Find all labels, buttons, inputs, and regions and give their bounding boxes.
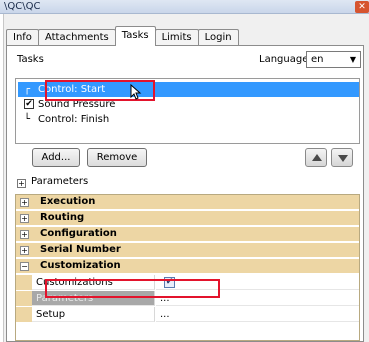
category-execution[interactable]: + Execution: [16, 195, 359, 210]
property-value[interactable]: ...: [156, 307, 359, 322]
property-name: Setup: [32, 307, 155, 322]
title-bar: \QC\QC ✕: [0, 0, 369, 14]
expand-icon[interactable]: +: [20, 246, 29, 255]
close-button[interactable]: ✕: [355, 1, 369, 13]
category-serial-number[interactable]: + Serial Number: [16, 243, 359, 258]
move-up-button[interactable]: [305, 148, 327, 167]
language-value: en: [311, 54, 324, 65]
properties-window: \QC\QC ✕ Info Attachments Tasks Limits L…: [0, 0, 369, 342]
add-button[interactable]: Add...: [32, 148, 80, 167]
tree-connector: └: [24, 114, 31, 125]
arrow-up-icon: [312, 154, 322, 161]
category-label: Configuration: [40, 228, 117, 239]
expand-icon[interactable]: +: [20, 230, 29, 239]
tab-attachments[interactable]: Attachments: [37, 29, 116, 46]
collapse-icon[interactable]: −: [20, 262, 29, 271]
expand-icon[interactable]: +: [20, 214, 29, 223]
row-gutter: [16, 291, 32, 306]
task-checkbox[interactable]: ✔: [24, 99, 34, 109]
tasks-label: Tasks: [17, 54, 44, 65]
parameters-expander[interactable]: +: [17, 179, 26, 188]
move-down-button[interactable]: [331, 148, 353, 167]
tab-tasks[interactable]: Tasks: [114, 26, 156, 46]
parameters-label: Parameters: [31, 176, 89, 187]
window-title: \QC\QC: [4, 1, 41, 12]
tree-connector: ┌: [24, 84, 31, 95]
category-configuration[interactable]: + Configuration: [16, 227, 359, 242]
property-grid: + Execution + Routing + Configuration + …: [15, 194, 360, 341]
property-row-setup[interactable]: Setup ...: [16, 307, 359, 322]
row-gutter: [16, 307, 32, 322]
category-label: Routing: [40, 212, 85, 223]
category-label: Serial Number: [40, 244, 121, 255]
task-label: Control: Finish: [38, 114, 110, 125]
language-select[interactable]: en ▼: [306, 51, 361, 68]
mouse-cursor-icon: [130, 84, 142, 100]
tab-info[interactable]: Info: [6, 29, 39, 46]
highlight-box-customizations: [45, 279, 220, 298]
chevron-down-icon: ▼: [349, 55, 356, 64]
tab-strip: Info Attachments Tasks Limits Login: [6, 26, 239, 46]
category-routing[interactable]: + Routing: [16, 211, 359, 226]
tab-login[interactable]: Login: [197, 29, 239, 46]
category-customization[interactable]: − Customization: [16, 259, 359, 274]
task-item-control-finish[interactable]: └ Control: Finish: [18, 112, 359, 127]
language-label: Language: [259, 54, 309, 65]
expand-icon[interactable]: +: [20, 198, 29, 207]
arrow-down-icon: [338, 155, 348, 162]
category-label: Execution: [40, 196, 96, 207]
category-label: Customization: [40, 260, 121, 271]
tab-limits[interactable]: Limits: [154, 29, 199, 46]
row-gutter: [16, 275, 32, 290]
remove-button[interactable]: Remove: [87, 148, 147, 167]
left-edge: [0, 14, 4, 342]
